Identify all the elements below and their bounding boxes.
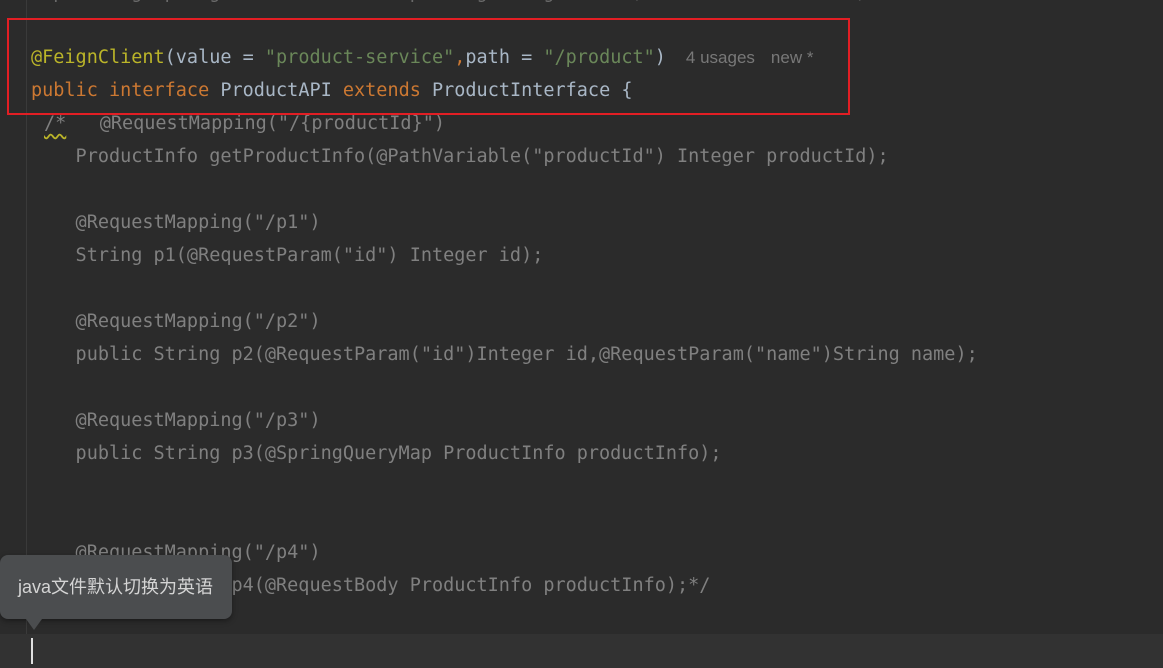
code-line-comment-start[interactable]: /* @RequestMapping("/{productId}") xyxy=(44,107,445,140)
input-method-tooltip: java文件默认切换为英语 xyxy=(0,555,232,619)
comment-open: /* xyxy=(44,113,67,134)
code-line-p3[interactable]: public String p3(@SpringQueryMap Product… xyxy=(31,437,722,470)
code-line-p1[interactable]: String p1(@RequestParam("id") Integer id… xyxy=(31,239,544,272)
interface-name[interactable]: ProductAPI xyxy=(220,80,331,101)
code-line-cut: import org.springframework.cloud.openfei… xyxy=(31,0,866,9)
code-line-feignclient[interactable]: @FeignClient(value = "product-service",p… xyxy=(31,41,813,74)
code-line-getproductinfo[interactable]: ProductInfo getProductInfo(@PathVariable… xyxy=(31,140,889,173)
author-inlay-hint[interactable]: new * xyxy=(771,48,814,67)
code-line-interface[interactable]: public interface ProductAPI extends Prod… xyxy=(31,74,632,107)
current-line-highlight[interactable] xyxy=(0,634,1163,668)
feignclient-annotation[interactable]: @FeignClient xyxy=(31,47,165,68)
code-line-mapping-p3[interactable]: @RequestMapping("/p3") xyxy=(31,404,321,437)
usages-inlay-hint[interactable]: 4 usages xyxy=(686,48,755,67)
code-line-mapping-p1[interactable]: @RequestMapping("/p1") xyxy=(31,206,321,239)
value-string: "product-service" xyxy=(264,47,455,68)
parent-interface[interactable]: ProductInterface { xyxy=(432,80,632,101)
text-caret xyxy=(31,638,33,664)
code-line-p2[interactable]: public String p2(@RequestParam("id")Inte… xyxy=(31,338,978,371)
path-string: "/product" xyxy=(543,47,655,68)
tooltip-arrow xyxy=(26,619,42,630)
code-line-mapping-p2[interactable]: @RequestMapping("/p2") xyxy=(31,305,321,338)
